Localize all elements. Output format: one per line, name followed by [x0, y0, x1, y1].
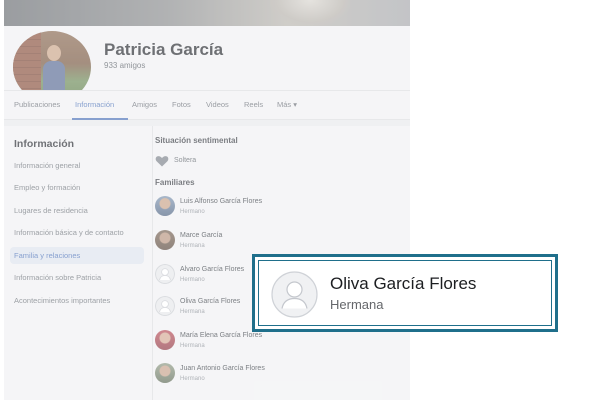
family-member-name[interactable]: Oliva García Flores [180, 298, 240, 305]
family-member[interactable]: Marce García Hermana [155, 230, 405, 254]
tab-reels[interactable]: Reels [244, 100, 263, 109]
family-avatar[interactable] [155, 196, 175, 216]
profile-header: Patricia García 933 amigos [4, 26, 410, 106]
tab-informacion[interactable]: Información [75, 100, 114, 109]
tab-publicaciones[interactable]: Publicaciones [14, 100, 60, 109]
tab-mas[interactable]: Más ▾ [277, 100, 297, 109]
tab-fotos[interactable]: Fotos [172, 100, 191, 109]
default-avatar-icon[interactable] [155, 264, 175, 284]
zoom-callout: Oliva García Flores Hermana [252, 254, 558, 332]
family-member-relation: Hermana [180, 309, 205, 315]
profile-screenshot: Patricia García 933 amigos Publicaciones… [4, 0, 410, 400]
sidebar-item-informacion-general[interactable]: Información general [14, 161, 80, 170]
heart-icon [155, 154, 169, 168]
family-member-relation: Hermano [180, 376, 205, 382]
family-member-relation: Hermana [180, 243, 205, 249]
family-member-relation: Hermano [180, 209, 205, 215]
callout-relation: Hermana [330, 297, 384, 312]
family-member[interactable]: Luis Alfonso García Flores Hermano [155, 196, 405, 220]
family-member[interactable]: María Elena García Flores Hermana [155, 330, 405, 354]
family-heading: Familiares [155, 178, 195, 187]
about-title: Información [14, 138, 75, 150]
sidebar-item-lugares[interactable]: Lugares de residencia [14, 206, 88, 215]
relationship-heading: Situación sentimental [155, 136, 238, 145]
family-avatar[interactable] [155, 230, 175, 250]
family-member-name[interactable]: Luis Alfonso García Flores [180, 198, 262, 205]
sidebar-item-informacion-sobre[interactable]: Información sobre Patricia [14, 273, 101, 282]
active-tab-indicator [72, 118, 128, 120]
sidebar-item-acontecimientos[interactable]: Acontecimientos importantes [14, 296, 110, 305]
default-avatar-icon[interactable] [271, 271, 318, 318]
cover-photo [4, 0, 410, 26]
sidebar-item-contacto[interactable]: Información básica y de contacto [14, 228, 124, 237]
family-member-name[interactable]: Marce García [180, 232, 222, 239]
relationship-status-text: Soltera [174, 157, 197, 164]
default-avatar-icon[interactable] [155, 296, 175, 316]
family-member-name[interactable]: Alvaro García Flores [180, 266, 244, 273]
friends-count[interactable]: 933 amigos [104, 61, 145, 70]
callout-name[interactable]: Oliva García Flores [330, 274, 476, 294]
about-divider [152, 126, 153, 400]
sidebar-item-empleo[interactable]: Empleo y formación [14, 183, 80, 192]
family-member-name[interactable]: María Elena García Flores [180, 332, 262, 339]
tab-videos[interactable]: Videos [206, 100, 229, 109]
family-member-relation: Hermano [180, 277, 205, 283]
family-avatar[interactable] [155, 330, 175, 350]
family-avatar[interactable] [155, 363, 175, 383]
family-member[interactable]: Juan Antonio García Flores Hermano [155, 363, 405, 387]
profile-tabs: Publicaciones Información Amigos Fotos V… [4, 90, 410, 120]
family-member-relation: Hermana [180, 343, 205, 349]
tab-amigos[interactable]: Amigos [132, 100, 157, 109]
sidebar-item-familia[interactable]: Familia y relaciones [10, 247, 144, 264]
family-member-name[interactable]: Juan Antonio García Flores [180, 365, 265, 372]
profile-name: Patricia García [104, 40, 224, 59]
